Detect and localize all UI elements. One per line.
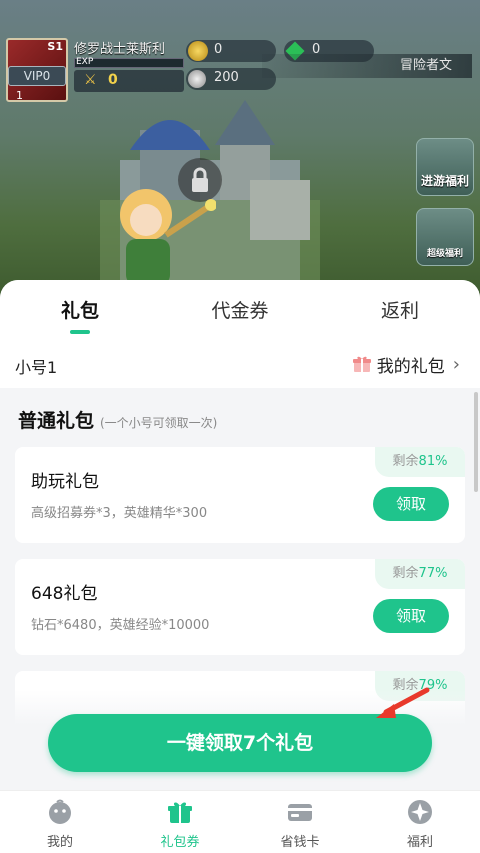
super-welfare-label: 超级福利: [426, 249, 463, 259]
nav-label: 福利: [406, 835, 433, 850]
star-compass-icon: [408, 800, 432, 824]
gift-name: 助玩礼包: [31, 472, 99, 492]
gift-sheet: 礼包 代金券 返利 小号1 我的礼包 › 普通礼包 (一个小号可领取一次) 助玩…: [0, 280, 480, 853]
player-level: 1: [16, 89, 23, 102]
my-gifts-link[interactable]: 我的礼包 ›: [352, 352, 460, 377]
gift-name: 648礼包: [31, 584, 98, 604]
bottom-nav: 我的 礼包券 省钱卡 福利: [0, 790, 480, 853]
power-display: ⚔ 0: [74, 70, 184, 92]
gift-card: 648礼包 钻石*6480，英雄经验*10000 剩余77% 领取: [15, 559, 465, 655]
gift-icon: [168, 802, 192, 823]
player-name: 修罗战士莱斯利: [74, 42, 166, 57]
account-selector[interactable]: 小号1: [15, 354, 57, 378]
exp-label: EXP: [76, 57, 94, 67]
remaining-tag: 剩余81%: [375, 447, 465, 477]
section-subtitle: (一个小号可领取一次): [100, 416, 218, 430]
gift-description: 高级招募券*3，英雄精华*300: [31, 506, 208, 521]
nav-item-mine[interactable]: 我的: [0, 791, 120, 853]
super-welfare-button[interactable]: 超级福利: [416, 208, 474, 266]
coin-icon: [188, 41, 208, 61]
gift-icon: [352, 356, 371, 372]
tab-gifts[interactable]: 礼包: [40, 296, 120, 323]
tab-bar: 礼包 代金券 返利: [0, 280, 480, 340]
event-welfare-label: 进游福利: [420, 174, 469, 188]
gold-value: 0: [214, 42, 223, 57]
nav-item-welfare[interactable]: 福利: [360, 791, 480, 853]
stamina-icon: [188, 70, 206, 88]
event-welfare-button[interactable]: 进游福利: [416, 138, 474, 196]
nav-label: 礼包券: [160, 835, 200, 850]
claim-button[interactable]: 领取: [373, 599, 449, 633]
scrollbar[interactable]: [474, 392, 478, 492]
tab-indicator: [70, 330, 90, 334]
server-badge: S1: [47, 40, 63, 53]
gift-card: 助玩礼包 高级招募券*3，英雄精华*300 剩余81% 领取: [15, 447, 465, 543]
claim-all-button[interactable]: 一键领取7个礼包: [48, 714, 432, 772]
section-title: 普通礼包: [18, 410, 95, 432]
gift-description: 钻石*6480，英雄经验*10000: [31, 618, 210, 633]
hero-character-illustration: [120, 189, 216, 285]
my-gifts-label: 我的礼包: [376, 356, 445, 377]
tab-rebate[interactable]: 返利: [360, 296, 440, 323]
vip-badge[interactable]: VIP0: [8, 66, 66, 86]
remaining-tag: 剩余77%: [375, 559, 465, 589]
power-value: 0: [108, 72, 118, 88]
claim-button[interactable]: 领取: [373, 487, 449, 521]
profile-icon: [49, 799, 71, 824]
nav-item-gift-vouchers[interactable]: 礼包券: [120, 791, 240, 853]
nav-label: 我的: [46, 835, 73, 850]
nav-label: 省钱卡: [280, 835, 320, 850]
card-icon: [288, 804, 312, 821]
adventurer-banner: 冒险者文: [262, 54, 472, 78]
stamina-value: 200: [214, 70, 239, 85]
red-arrow-annotation: [376, 687, 430, 718]
chevron-right-icon: ›: [452, 353, 460, 375]
account-row: 小号1 我的礼包 ›: [0, 340, 480, 388]
crossed-swords-icon: ⚔: [84, 72, 97, 88]
game-background: S1 1 修罗战士莱斯利 EXP ⚔ 0 0 0 200 VIP0 冒险者文 进…: [0, 0, 480, 300]
tab-vouchers[interactable]: 代金券: [190, 296, 290, 323]
nav-item-savings-card[interactable]: 省钱卡: [240, 791, 360, 853]
